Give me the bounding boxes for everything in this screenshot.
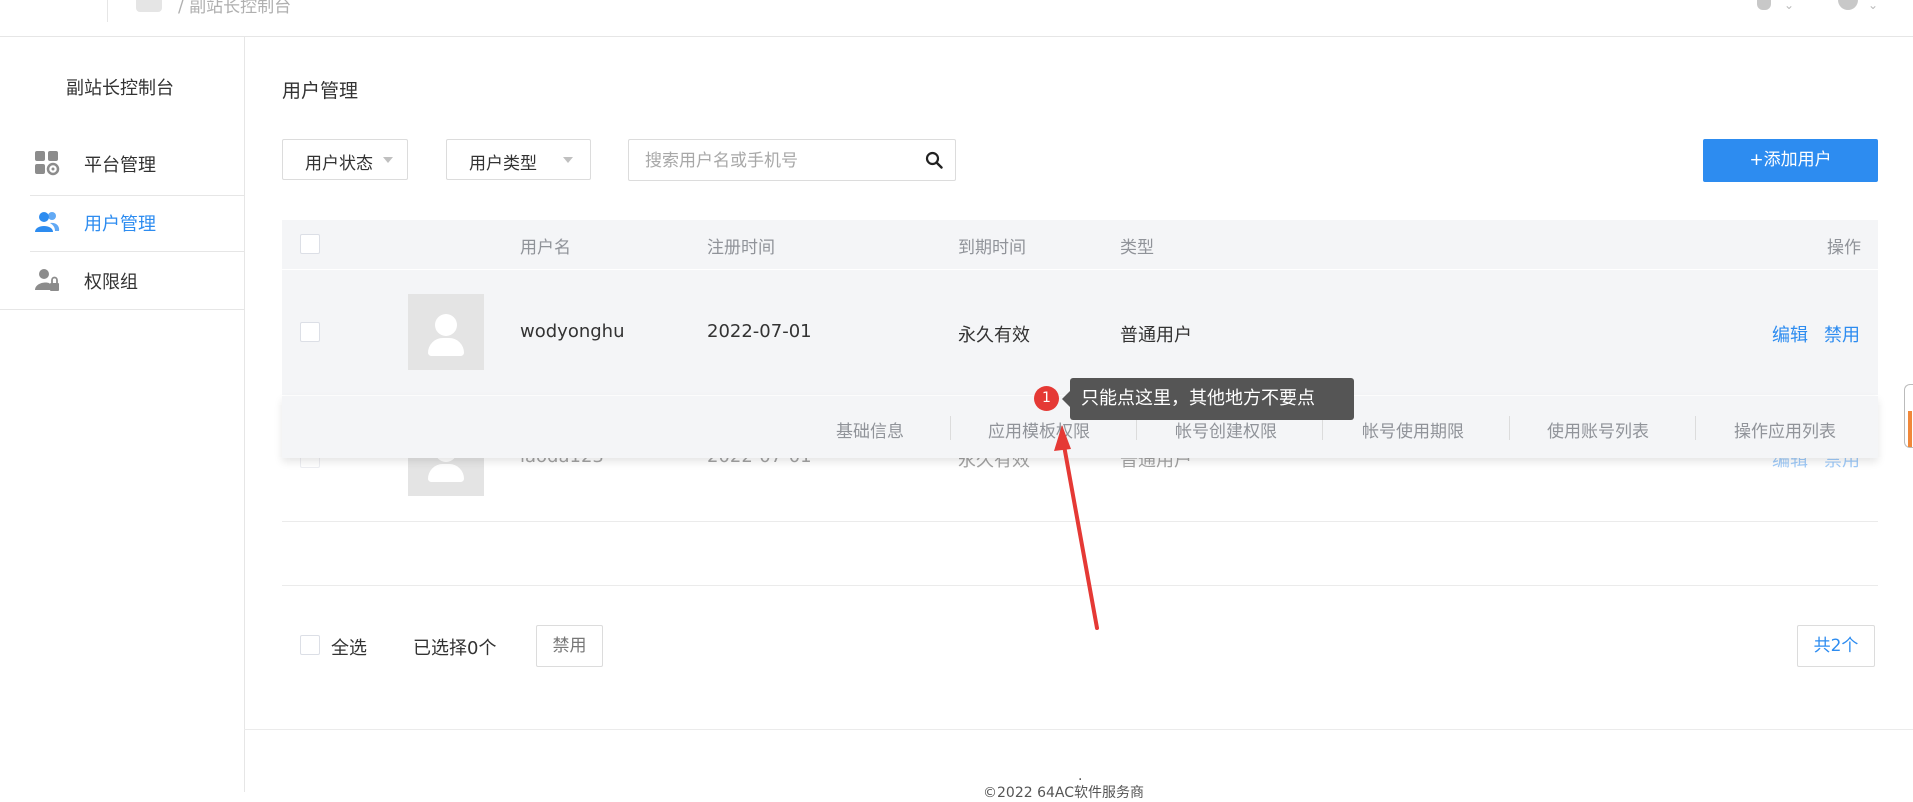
footer-select-all-checkbox[interactable] — [300, 635, 320, 655]
caret-down-icon — [383, 157, 393, 163]
subnav-divider — [1509, 416, 1510, 440]
bulk-disable-button[interactable]: 禁用 — [536, 625, 603, 667]
sidebar-item-permission-group[interactable]: 权限组 — [0, 251, 244, 309]
table-header: 用户名 注册时间 到期时间 类型 操作 — [282, 220, 1878, 269]
breadcrumb-current: 副站长控制台 — [189, 0, 292, 17]
column-header: 操作 — [1827, 238, 1861, 258]
subnav-divider — [950, 416, 951, 440]
table-row[interactable]: wodyonghu 2022-07-01 永久有效 普通用户 编辑 禁用 — [282, 270, 1878, 395]
caret-down-icon — [563, 157, 573, 163]
select-all-checkbox[interactable] — [300, 234, 320, 254]
sidebar: 副站长控制台 平台管理 用户管理 权限组 — [0, 37, 245, 792]
sidebar-item-platform[interactable]: 平台管理 — [0, 134, 244, 192]
search-icon[interactable] — [925, 151, 943, 169]
user-avatar-icon[interactable] — [1838, 0, 1858, 10]
subnav-account-usage-period[interactable]: 帐号使用期限 — [1362, 417, 1464, 442]
subnav-app-template-permission[interactable]: 应用模板权限 — [988, 417, 1090, 442]
scrollbar-thumb[interactable] — [1908, 411, 1912, 447]
username-cell: wodyonghu — [520, 321, 625, 342]
avatar — [408, 294, 484, 370]
subnav-basic-info[interactable]: 基础信息 — [836, 417, 904, 442]
sidebar-item-label: 平台管理 — [84, 155, 156, 176]
row-checkbox[interactable] — [300, 322, 320, 342]
search-box[interactable] — [628, 139, 956, 181]
add-user-button[interactable]: +添加用户 — [1703, 139, 1878, 182]
user-status-select[interactable]: 用户状态 — [282, 139, 408, 180]
breadcrumb: / 副站长控制台 — [178, 0, 291, 17]
selected-count: 已选择0个 — [413, 638, 497, 659]
sidebar-item-users[interactable]: 用户管理 — [0, 193, 244, 251]
users-icon — [35, 212, 60, 232]
search-input[interactable] — [643, 148, 917, 174]
select-label: 用户类型 — [469, 154, 537, 174]
step-badge: 1 — [1034, 386, 1059, 411]
expires-cell: 永久有效 — [958, 325, 1030, 346]
guide-tooltip: 只能点这里，其他地方不要点 — [1062, 378, 1354, 420]
registered-cell: 2022-07-01 — [707, 321, 812, 342]
subnav-operation-app-list[interactable]: 操作应用列表 — [1734, 417, 1836, 442]
grid-gear-icon — [35, 151, 60, 176]
user-type-select[interactable]: 用户类型 — [446, 139, 591, 180]
select-all-label[interactable]: 全选 — [331, 634, 367, 660]
copyright-text: ©2022 64AC软件服务商 — [983, 785, 1144, 801]
bell-icon[interactable] — [1757, 0, 1771, 10]
topbar-divider — [107, 0, 108, 22]
subnav-divider — [1695, 416, 1696, 440]
user-lock-icon — [35, 269, 59, 291]
sidebar-divider — [0, 309, 244, 310]
sidebar-item-label: 用户管理 — [84, 214, 156, 235]
type-cell: 普通用户 — [1120, 325, 1192, 346]
column-header: 到期时间 — [958, 238, 1026, 258]
table-bottom-divider — [282, 585, 1878, 586]
page-title: 用户管理 — [282, 80, 359, 102]
total-count: 共2个 — [1797, 625, 1875, 667]
subnav-account-create-permission[interactable]: 帐号创建权限 — [1175, 417, 1277, 442]
edit-link[interactable]: 编辑 — [1772, 321, 1808, 347]
disable-link[interactable]: 禁用 — [1824, 321, 1860, 347]
sidebar-item-label: 权限组 — [84, 272, 138, 293]
breadcrumb-separator: / — [178, 0, 184, 17]
column-header: 类型 — [1120, 238, 1154, 258]
scrollbar-handle[interactable] — [1904, 384, 1913, 448]
subnav-used-account-list[interactable]: 使用账号列表 — [1547, 417, 1649, 442]
chevron-down-icon[interactable]: ⌄ — [1784, 0, 1794, 12]
sidebar-title: 副站长控制台 — [66, 78, 174, 99]
page-footer-divider — [244, 729, 1913, 730]
column-header: 注册时间 — [707, 238, 775, 258]
column-header: 用户名 — [520, 238, 571, 258]
chevron-down-icon[interactable]: ⌄ — [1868, 0, 1878, 12]
home-icon[interactable] — [136, 0, 162, 12]
select-label: 用户状态 — [305, 154, 373, 174]
top-bar: / 副站长控制台 ⌄ ⌄ — [0, 0, 1913, 37]
